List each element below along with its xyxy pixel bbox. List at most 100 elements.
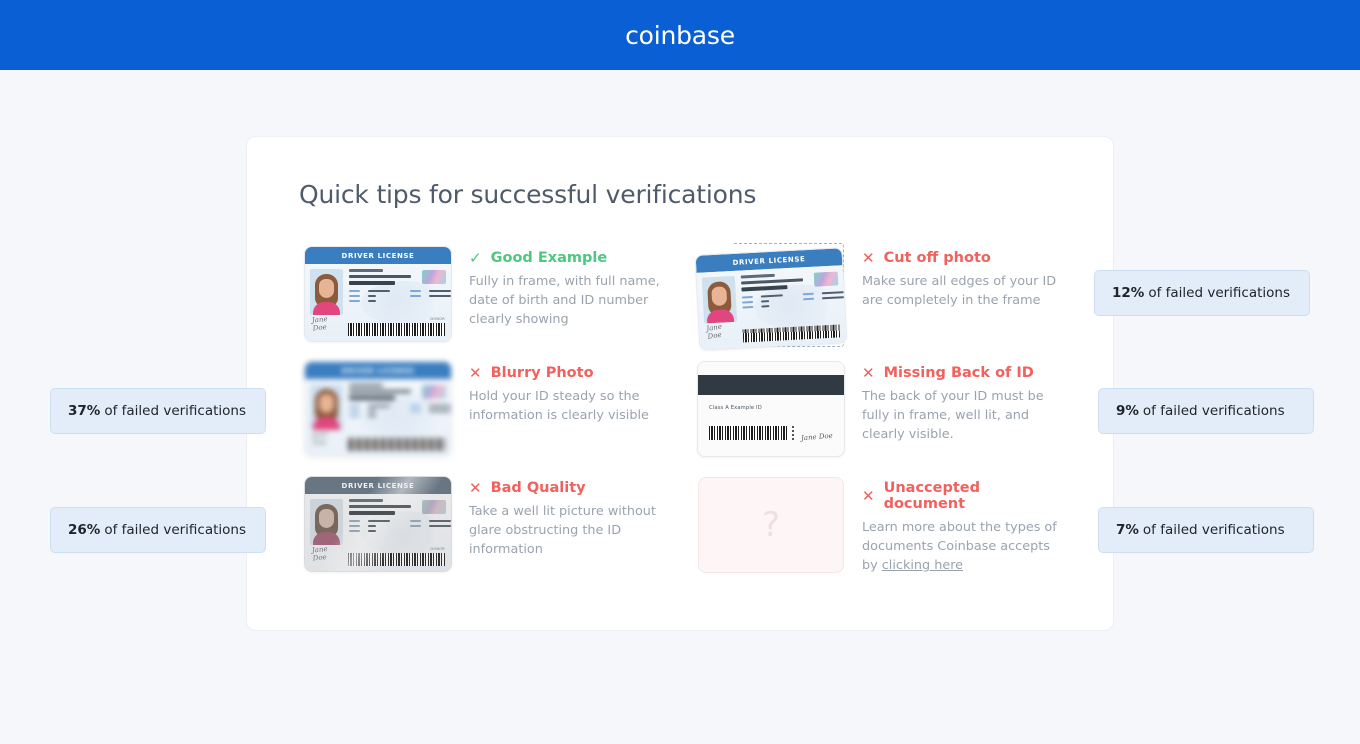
- photo-face: [711, 286, 728, 307]
- id-photo: [310, 499, 343, 545]
- stat-badge-26: 26% of failed verifications: [50, 507, 266, 553]
- stat-percent: 37%: [68, 403, 101, 419]
- field-col-right-values: [429, 290, 451, 302]
- id-card-header-label: DRIVER LICENSE: [341, 251, 415, 260]
- tip-heading: ✕ Unaccepted document: [862, 480, 1065, 512]
- field-example: [349, 384, 383, 387]
- tip-description: Fully in frame, with full name, date of …: [469, 274, 660, 328]
- tip-text: ✕ Bad Quality Take a well lit picture wi…: [469, 477, 669, 560]
- label-dob: [349, 290, 360, 292]
- thumb-driver-license-blurry: DRIVER LICENSE Jane Doe: [305, 362, 451, 456]
- id-photo: [310, 269, 343, 315]
- label-is: [410, 405, 421, 407]
- field-small-rows: [349, 405, 451, 417]
- value-is: [429, 520, 451, 522]
- label-sex: [742, 300, 754, 304]
- photo-face: [319, 509, 334, 528]
- label-exp: [410, 410, 421, 412]
- label-dob: [349, 405, 360, 407]
- stat-badge-7: 7% of failed verifications: [1098, 507, 1314, 553]
- barcode-ticks: [792, 426, 794, 440]
- id-card-body: Jane Doe: [305, 379, 451, 456]
- id-card-body: DONOR Jane Doe: [305, 494, 451, 571]
- label-exp: [803, 297, 815, 301]
- stat-percent: 12%: [1112, 285, 1145, 301]
- page-title: Quick tips for successful verifications: [299, 180, 757, 209]
- tip-unaccepted-document: ? ✕ Unaccepted document Learn more about…: [698, 477, 1065, 592]
- tip-description: Hold your ID steady so the information i…: [469, 389, 649, 424]
- id-photo: [701, 275, 738, 324]
- tip-title: Blurry Photo: [490, 365, 594, 381]
- tip-blurry-photo: DRIVER LICENSE Jane Doe ✕ Blurry Photo H…: [305, 362, 698, 477]
- id-fields: [740, 270, 847, 347]
- field-small-rows: [349, 520, 451, 532]
- tip-good-example: DRIVER LICENSE DONOR Jane Doe ✓ Good Exa…: [305, 247, 698, 362]
- id-card-front-blurred: DRIVER LICENSE Jane Doe: [305, 362, 451, 456]
- tips-grid: DRIVER LICENSE DONOR Jane Doe ✓ Good Exa…: [305, 243, 1065, 592]
- label-class: [349, 415, 360, 417]
- tip-title: Good Example: [490, 250, 608, 266]
- label-is: [802, 292, 814, 296]
- field-col-left: [349, 405, 360, 417]
- photo-face: [319, 394, 334, 413]
- field-full-name: [741, 285, 788, 292]
- field-col-right: [410, 520, 421, 532]
- stat-percent: 26%: [68, 522, 101, 538]
- thumb-unknown-document: ?: [698, 477, 844, 573]
- tip-title: Cut off photo: [883, 250, 991, 266]
- signature: Jane Doe: [311, 544, 328, 563]
- field-col-left: [741, 295, 754, 309]
- field-col-right: [410, 405, 421, 417]
- cutoff-composition: DRIVER LICENSE Jane Doe: [695, 243, 847, 350]
- value-dob: [368, 520, 390, 522]
- field-col-right-values: [821, 291, 845, 304]
- tip-description: Take a well lit picture without glare ob…: [469, 504, 656, 558]
- field-example: [349, 269, 383, 272]
- magnetic-stripe: [698, 375, 844, 395]
- check-icon: ✓: [469, 248, 482, 267]
- label-dob: [349, 520, 360, 522]
- field-col-left-values: [368, 405, 390, 417]
- tip-title: Missing Back of ID: [883, 365, 1034, 381]
- thumb-driver-license-good: DRIVER LICENSE DONOR Jane Doe: [305, 247, 451, 341]
- field-full-name: [349, 396, 395, 400]
- field-col-right-values: [429, 405, 451, 417]
- field-full-name: [349, 281, 395, 285]
- id-card-front: DRIVER LICENSE: [695, 248, 847, 350]
- x-icon: ✕: [862, 248, 875, 267]
- tip-title: Bad Quality: [490, 480, 586, 496]
- id-card-header: DRIVER LICENSE: [305, 477, 451, 494]
- label-is: [410, 520, 421, 522]
- tip-text: ✕ Blurry Photo Hold your ID steady so th…: [469, 362, 669, 425]
- clicking-here-link[interactable]: clicking here: [882, 558, 963, 573]
- value-is: [429, 290, 451, 292]
- value-sex: [368, 295, 376, 297]
- value-sex: [761, 300, 770, 303]
- tip-text: ✕ Unaccepted document Learn more about t…: [862, 477, 1065, 576]
- value-exp: [429, 295, 451, 297]
- tip-heading: ✕ Blurry Photo: [469, 365, 669, 381]
- photo-face: [319, 279, 334, 298]
- stat-badge-9: 9% of failed verifications: [1098, 388, 1314, 434]
- field-small-rows: [741, 291, 845, 309]
- tip-heading: ✕ Missing Back of ID: [862, 365, 1062, 381]
- tip-title: Unaccepted document: [883, 480, 981, 512]
- unknown-document-card: ?: [698, 477, 844, 573]
- field-small-rows: [349, 290, 451, 302]
- id-fields: [349, 269, 451, 341]
- field-col-right: [410, 290, 421, 302]
- tip-heading: ✕ Bad Quality: [469, 480, 669, 496]
- id-photo: [310, 384, 343, 430]
- value-class: [368, 415, 376, 417]
- value-sex: [368, 410, 376, 412]
- value-is: [429, 405, 451, 407]
- tip-heading: ✕ Cut off photo: [862, 250, 1062, 266]
- id-card-body: DONOR Jane Doe: [305, 264, 451, 341]
- value-dob: [368, 290, 390, 292]
- stat-label: of failed verifications: [1142, 403, 1285, 419]
- label-exp: [410, 525, 421, 527]
- tip-text: ✕ Cut off photo Make sure all edges of y…: [862, 247, 1062, 310]
- label-class: [349, 300, 360, 302]
- id-card-back: Class A Example ID Jane Doe: [698, 362, 844, 456]
- thumb-driver-license-cutoff: DRIVER LICENSE Jane Doe: [695, 243, 847, 350]
